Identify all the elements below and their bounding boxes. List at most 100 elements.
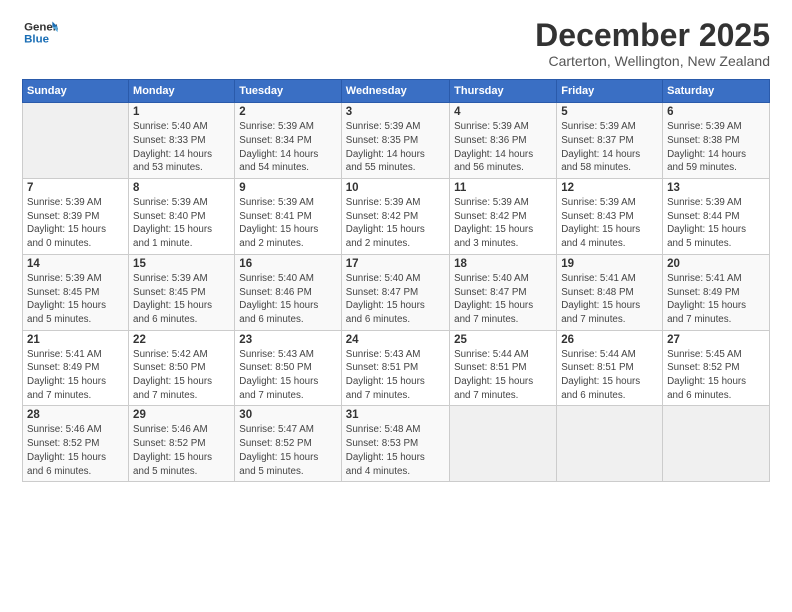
calendar-cell: 9Sunrise: 5:39 AM Sunset: 8:41 PM Daylig… — [235, 179, 341, 255]
day-number: 2 — [239, 106, 336, 118]
day-number: 19 — [561, 258, 658, 270]
calendar-cell: 26 Sunrise: 5:44 AM Sunset: 8:51 PM Dayli… — [557, 330, 663, 406]
calendar-cell: 29Sunrise: 5:46 AM Sunset: 8:52 PM Dayli… — [129, 406, 235, 482]
logo: General Blue — [22, 18, 58, 48]
day-info: Sunrise: 5:45 AM Sunset: 8:52 PM Dayligh… — [667, 348, 765, 403]
weekday-friday: Friday — [557, 80, 663, 103]
day-info: Sunrise: 5:40 AM Sunset: 8:47 PM Dayligh… — [346, 272, 445, 327]
svg-text:Blue: Blue — [24, 34, 49, 46]
day-number: 23 — [239, 334, 336, 346]
day-info: Sunrise: 5:39 AM Sunset: 8:37 PM Dayligh… — [561, 120, 658, 175]
calendar-week-5: 28Sunrise: 5:46 AM Sunset: 8:52 PM Dayli… — [23, 406, 770, 482]
day-info: Sunrise: 5:40 AM Sunset: 8:46 PM Dayligh… — [239, 272, 336, 327]
calendar-cell: 7 Sunrise: 5:39 AM Sunset: 8:39 PM Daylig… — [23, 179, 129, 255]
day-info: Sunrise: 5:39 AM Sunset: 8:40 PM Dayligh… — [133, 196, 230, 251]
calendar-cell: 22Sunrise: 5:42 AM Sunset: 8:50 PM Dayli… — [129, 330, 235, 406]
calendar-cell: 18 Sunrise: 5:40 AM Sunset: 8:47 PM Dayli… — [450, 254, 557, 330]
day-number: 20 — [667, 258, 765, 270]
day-info: Sunrise: 5:39 AM Sunset: 8:42 PM Dayligh… — [346, 196, 445, 251]
day-info: Sunrise: 5:39 AM Sunset: 8:42 PM Dayligh… — [454, 196, 552, 251]
day-number: 12 — [561, 182, 658, 194]
day-number: 24 — [346, 334, 445, 346]
calendar-week-2: 7 Sunrise: 5:39 AM Sunset: 8:39 PM Daylig… — [23, 179, 770, 255]
calendar-header: SundayMondayTuesdayWednesdayThursdayFrid… — [23, 80, 770, 103]
calendar-cell: 8 Sunrise: 5:39 AM Sunset: 8:40 PM Daylig… — [129, 179, 235, 255]
calendar-cell: 24 Sunrise: 5:43 AM Sunset: 8:51 PM Dayli… — [341, 330, 449, 406]
day-info: Sunrise: 5:39 AM Sunset: 8:38 PM Dayligh… — [667, 120, 765, 175]
day-info: Sunrise: 5:46 AM Sunset: 8:52 PM Dayligh… — [133, 423, 230, 478]
day-number: 3 — [346, 106, 445, 118]
day-number: 15 — [133, 258, 230, 270]
calendar-cell: 17 Sunrise: 5:40 AM Sunset: 8:47 PM Dayli… — [341, 254, 449, 330]
day-number: 8 — [133, 182, 230, 194]
day-info: Sunrise: 5:39 AM Sunset: 8:45 PM Dayligh… — [133, 272, 230, 327]
day-number: 27 — [667, 334, 765, 346]
day-info: Sunrise: 5:39 AM Sunset: 8:35 PM Dayligh… — [346, 120, 445, 175]
weekday-monday: Monday — [129, 80, 235, 103]
calendar-cell: 23 Sunrise: 5:43 AM Sunset: 8:50 PM Dayli… — [235, 330, 341, 406]
day-number: 16 — [239, 258, 336, 270]
day-info: Sunrise: 5:42 AM Sunset: 8:50 PM Dayligh… — [133, 348, 230, 403]
day-info: Sunrise: 5:39 AM Sunset: 8:43 PM Dayligh… — [561, 196, 658, 251]
day-number: 18 — [454, 258, 552, 270]
calendar-cell: 15 Sunrise: 5:39 AM Sunset: 8:45 PM Dayli… — [129, 254, 235, 330]
calendar-cell: 10 Sunrise: 5:39 AM Sunset: 8:42 PM Dayli… — [341, 179, 449, 255]
day-info: Sunrise: 5:40 AM Sunset: 8:47 PM Dayligh… — [454, 272, 552, 327]
day-info: Sunrise: 5:41 AM Sunset: 8:49 PM Dayligh… — [27, 348, 124, 403]
page-subtitle: Carterton, Wellington, New Zealand — [535, 53, 770, 69]
day-info: Sunrise: 5:41 AM Sunset: 8:48 PM Dayligh… — [561, 272, 658, 327]
day-info: Sunrise: 5:39 AM Sunset: 8:44 PM Dayligh… — [667, 196, 765, 251]
weekday-sunday: Sunday — [23, 80, 129, 103]
calendar-table: SundayMondayTuesdayWednesdayThursdayFrid… — [22, 79, 770, 482]
calendar-cell: 5Sunrise: 5:39 AM Sunset: 8:37 PM Daylig… — [557, 103, 663, 179]
calendar-cell: 21Sunrise: 5:41 AM Sunset: 8:49 PM Dayli… — [23, 330, 129, 406]
day-info: Sunrise: 5:44 AM Sunset: 8:51 PM Dayligh… — [561, 348, 658, 403]
calendar-cell: 13 Sunrise: 5:39 AM Sunset: 8:44 PM Dayli… — [663, 179, 770, 255]
calendar-cell: 6Sunrise: 5:39 AM Sunset: 8:38 PM Daylig… — [663, 103, 770, 179]
day-info: Sunrise: 5:48 AM Sunset: 8:53 PM Dayligh… — [346, 423, 445, 478]
day-number: 13 — [667, 182, 765, 194]
day-number: 7 — [27, 182, 124, 194]
day-number: 17 — [346, 258, 445, 270]
calendar-cell: 14 Sunrise: 5:39 AM Sunset: 8:45 PM Dayli… — [23, 254, 129, 330]
calendar-cell: 16 Sunrise: 5:40 AM Sunset: 8:46 PM Dayli… — [235, 254, 341, 330]
calendar-cell: 20 Sunrise: 5:41 AM Sunset: 8:49 PM Dayli… — [663, 254, 770, 330]
day-number: 30 — [239, 409, 336, 421]
calendar-cell: 2 Sunrise: 5:39 AM Sunset: 8:34 PM Daylig… — [235, 103, 341, 179]
calendar-cell: 31 Sunrise: 5:48 AM Sunset: 8:53 PM Dayli… — [341, 406, 449, 482]
calendar-week-4: 21Sunrise: 5:41 AM Sunset: 8:49 PM Dayli… — [23, 330, 770, 406]
calendar-cell: 27 Sunrise: 5:45 AM Sunset: 8:52 PM Dayli… — [663, 330, 770, 406]
day-info: Sunrise: 5:47 AM Sunset: 8:52 PM Dayligh… — [239, 423, 336, 478]
day-info: Sunrise: 5:39 AM Sunset: 8:39 PM Dayligh… — [27, 196, 124, 251]
calendar-cell: 4 Sunrise: 5:39 AM Sunset: 8:36 PM Daylig… — [450, 103, 557, 179]
calendar-week-3: 14 Sunrise: 5:39 AM Sunset: 8:45 PM Dayli… — [23, 254, 770, 330]
title-block: December 2025 Carterton, Wellington, New… — [535, 18, 770, 69]
calendar-cell: 11Sunrise: 5:39 AM Sunset: 8:42 PM Dayli… — [450, 179, 557, 255]
day-number: 10 — [346, 182, 445, 194]
day-info: Sunrise: 5:41 AM Sunset: 8:49 PM Dayligh… — [667, 272, 765, 327]
day-number: 31 — [346, 409, 445, 421]
calendar-cell — [23, 103, 129, 179]
day-info: Sunrise: 5:39 AM Sunset: 8:36 PM Dayligh… — [454, 120, 552, 175]
calendar-cell — [450, 406, 557, 482]
day-number: 4 — [454, 106, 552, 118]
calendar-cell — [557, 406, 663, 482]
calendar-cell: 19 Sunrise: 5:41 AM Sunset: 8:48 PM Dayli… — [557, 254, 663, 330]
calendar-cell: 1Sunrise: 5:40 AM Sunset: 8:33 PM Daylig… — [129, 103, 235, 179]
page-title: December 2025 — [535, 18, 770, 53]
day-info: Sunrise: 5:43 AM Sunset: 8:50 PM Dayligh… — [239, 348, 336, 403]
day-number: 26 — [561, 334, 658, 346]
day-number: 9 — [239, 182, 336, 194]
day-info: Sunrise: 5:46 AM Sunset: 8:52 PM Dayligh… — [27, 423, 124, 478]
day-info: Sunrise: 5:44 AM Sunset: 8:51 PM Dayligh… — [454, 348, 552, 403]
day-info: Sunrise: 5:39 AM Sunset: 8:34 PM Dayligh… — [239, 120, 336, 175]
calendar-cell: 3 Sunrise: 5:39 AM Sunset: 8:35 PM Daylig… — [341, 103, 449, 179]
day-number: 25 — [454, 334, 552, 346]
day-info: Sunrise: 5:39 AM Sunset: 8:45 PM Dayligh… — [27, 272, 124, 327]
logo-icon: General Blue — [22, 18, 58, 48]
weekday-thursday: Thursday — [450, 80, 557, 103]
weekday-saturday: Saturday — [663, 80, 770, 103]
day-number: 14 — [27, 258, 124, 270]
calendar-cell: 12 Sunrise: 5:39 AM Sunset: 8:43 PM Dayli… — [557, 179, 663, 255]
day-info: Sunrise: 5:43 AM Sunset: 8:51 PM Dayligh… — [346, 348, 445, 403]
